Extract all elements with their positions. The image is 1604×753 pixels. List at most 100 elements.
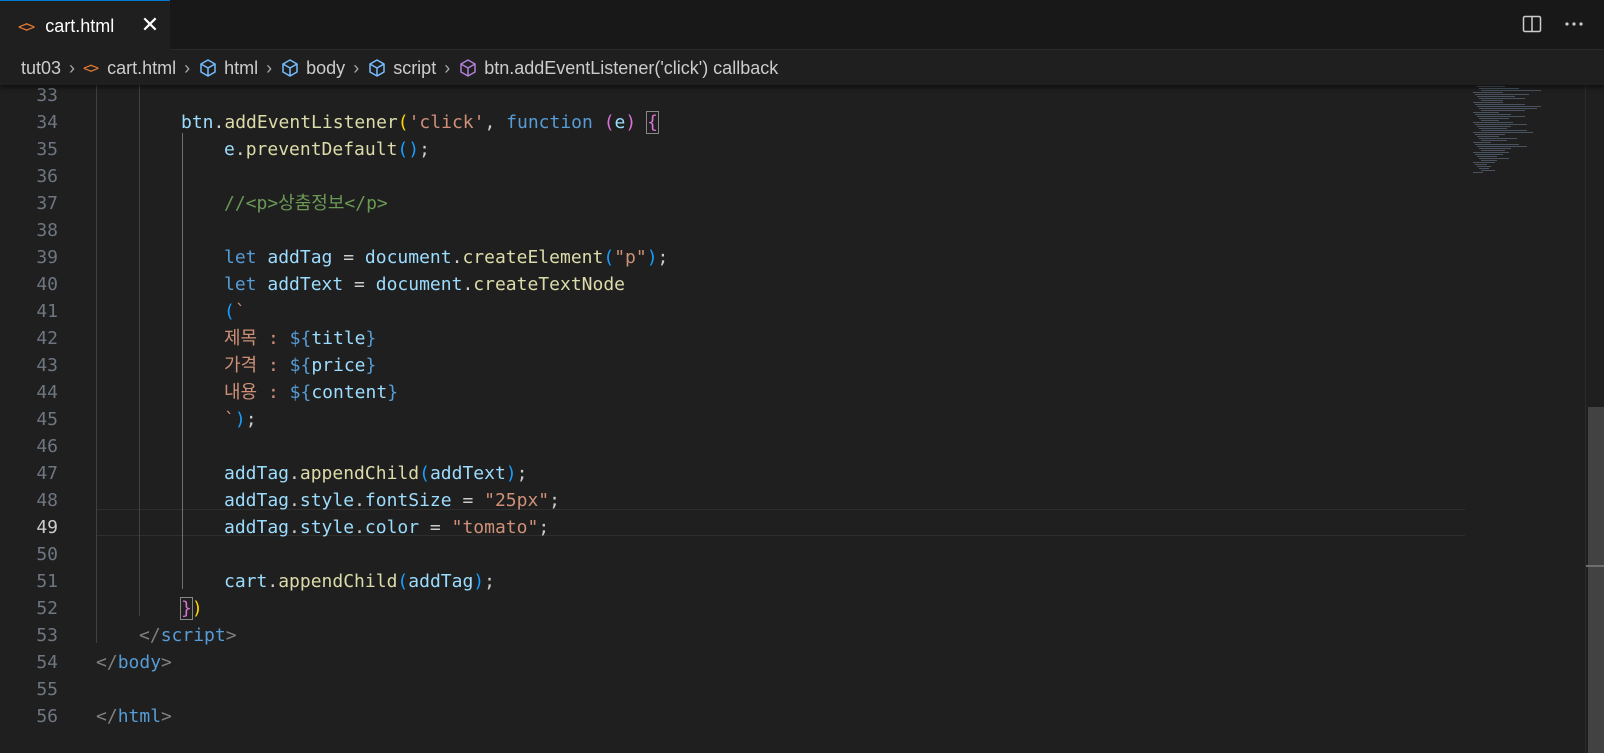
line-number[interactable]: 46: [0, 433, 58, 460]
code-line[interactable]: 34 btn.addEventListener('click', function…: [0, 109, 1465, 136]
code-line[interactable]: 55: [0, 676, 1465, 703]
tab-label: cart.html: [45, 15, 115, 36]
code-line[interactable]: 48 addTag.style.fontSize = "25px";: [0, 487, 1465, 514]
line-number[interactable]: 38: [0, 217, 58, 244]
breadcrumb-item-file[interactable]: <> cart.html ›: [83, 58, 198, 79]
line-number[interactable]: 55: [0, 676, 58, 703]
line-number[interactable]: 39: [0, 244, 58, 271]
code-line[interactable]: 37 //<p>상춤정보</p>: [0, 190, 1465, 217]
minimap-line: [1477, 106, 1541, 107]
code-token: </: [96, 706, 118, 727]
code-line[interactable]: 35 e.preventDefault();: [0, 136, 1465, 163]
minimap-line: [1479, 158, 1509, 159]
code-token: e: [614, 112, 626, 133]
minimap-line: [1475, 134, 1505, 135]
code-line[interactable]: 42 제목 : ${title}: [0, 325, 1465, 352]
line-number[interactable]: 34: [0, 109, 58, 136]
code-token: </: [139, 625, 161, 646]
line-number[interactable]: 54: [0, 649, 58, 676]
code-token: =: [343, 274, 376, 295]
line-number[interactable]: 35: [0, 136, 58, 163]
code-token: "tomato": [451, 517, 539, 538]
tab-cart-html[interactable]: <> cart.html ✕: [0, 0, 170, 51]
minimap-line: [1475, 164, 1487, 165]
code-token: {: [646, 111, 659, 134]
line-number[interactable]: 42: [0, 325, 58, 352]
line-number[interactable]: 51: [0, 568, 58, 595]
split-editor-icon[interactable]: [1520, 12, 1544, 36]
code-token: e: [224, 139, 235, 160]
line-number[interactable]: 45: [0, 406, 58, 433]
minimap-line: [1473, 92, 1503, 93]
code-token: appendChild: [299, 463, 420, 484]
line-number[interactable]: 48: [0, 487, 58, 514]
code-line[interactable]: 46: [0, 433, 1465, 460]
line-number[interactable]: 33: [0, 85, 58, 109]
line-number[interactable]: 36: [0, 163, 58, 190]
code-line[interactable]: 53 </script>: [0, 622, 1465, 649]
code-token: `: [234, 301, 246, 322]
line-number[interactable]: 47: [0, 460, 58, 487]
code-editor[interactable]: 33 34 btn.addEventListener('click', functi…: [0, 85, 1604, 753]
close-icon[interactable]: ✕: [138, 13, 162, 37]
breadcrumb-item-html[interactable]: html ›: [198, 58, 280, 79]
code-token: (: [419, 463, 430, 484]
breadcrumb-item-body[interactable]: body ›: [280, 58, 367, 79]
line-number[interactable]: 44: [0, 379, 58, 406]
code-line[interactable]: 47 addTag.appendChild(addText);: [0, 460, 1465, 487]
code-line[interactable]: 54 </body>: [0, 649, 1465, 676]
code-line[interactable]: 56 </html>: [0, 703, 1465, 730]
code-token: addTag: [224, 463, 290, 484]
code-line[interactable]: 38: [0, 217, 1465, 244]
code-line[interactable]: 50: [0, 541, 1465, 568]
breadcrumb-item-callback[interactable]: btn.addEventListener('click') callback: [458, 58, 778, 79]
code-token: addEventListener: [224, 112, 398, 133]
breadcrumb-label: body: [306, 57, 346, 78]
breadcrumb-item-folder[interactable]: tut03 ›: [21, 58, 83, 79]
code-line[interactable]: 36: [0, 163, 1465, 190]
minimap-line: [1481, 110, 1525, 111]
code-line[interactable]: 49 addTag.style.color = "tomato";: [0, 514, 1465, 541]
code-token: ): [473, 571, 485, 592]
code-token: >: [225, 625, 237, 646]
code-token: preventDefault: [245, 139, 398, 160]
code-line[interactable]: 33: [0, 85, 1465, 109]
breadcrumb-label: script: [393, 57, 437, 78]
vertical-scrollbar[interactable]: [1585, 85, 1604, 753]
code-line[interactable]: 44 내용 : ${content}: [0, 379, 1465, 406]
code-line[interactable]: 39 let addTag = document.createElement("p…: [0, 244, 1465, 271]
breadcrumb-label: btn.addEventListener('click') callback: [484, 57, 779, 78]
code-line[interactable]: 45 `);: [0, 406, 1465, 433]
minimap-line: [1477, 116, 1525, 117]
minimap-line: [1481, 160, 1497, 161]
minimap[interactable]: [1465, 82, 1585, 753]
code-token: (: [224, 301, 235, 322]
code-token: }: [180, 597, 193, 620]
minimap-line: [1481, 120, 1499, 121]
line-number[interactable]: 40: [0, 271, 58, 298]
code-token: (: [603, 247, 615, 268]
code-token: script: [160, 625, 226, 646]
minimap-line: [1477, 126, 1511, 127]
code-line[interactable]: 52}): [0, 595, 1465, 622]
line-number[interactable]: 52: [0, 595, 58, 622]
code-line[interactable]: 40 let addText = document.createTextNode: [0, 271, 1465, 298]
line-number[interactable]: 50: [0, 541, 58, 568]
breadcrumb-item-script[interactable]: script ›: [367, 58, 458, 79]
code-line[interactable]: 43 가격 : ${price}: [0, 352, 1465, 379]
code-text: //<p>상춤정보</p>: [224, 190, 388, 217]
code-text: (`: [224, 298, 246, 325]
code-line[interactable]: 41 (`: [0, 298, 1465, 325]
line-number[interactable]: 43: [0, 352, 58, 379]
line-number[interactable]: 41: [0, 298, 58, 325]
code-token: "25px": [484, 490, 550, 511]
code-text: `);: [224, 406, 257, 433]
code-line[interactable]: 51 cart.appendChild(addTag);: [0, 568, 1465, 595]
line-number[interactable]: 49: [0, 514, 58, 541]
line-number[interactable]: 37: [0, 190, 58, 217]
scrollbar-thumb[interactable]: [1588, 407, 1604, 753]
more-actions-icon[interactable]: [1562, 12, 1586, 36]
line-number[interactable]: 53: [0, 622, 58, 649]
line-number[interactable]: 56: [0, 703, 58, 730]
